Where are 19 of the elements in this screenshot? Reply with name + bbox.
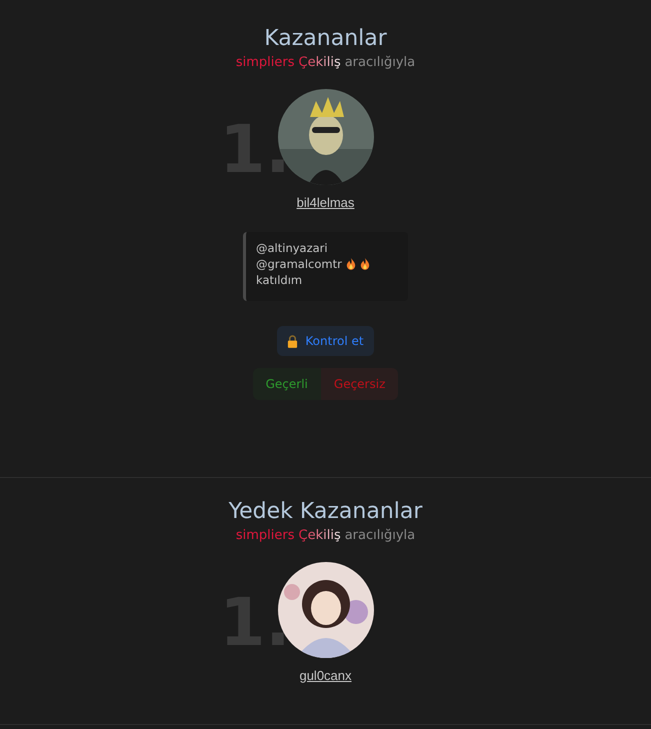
fire-icon bbox=[346, 258, 356, 270]
via-text: aracılığıyla bbox=[344, 55, 416, 70]
section-title: Kazananlar bbox=[264, 25, 387, 53]
valid-button[interactable]: Geçerli bbox=[252, 368, 321, 400]
via-text: aracılığıyla bbox=[344, 528, 416, 543]
service-name: Çekiliş bbox=[298, 55, 341, 70]
invalid-button[interactable]: Geçersiz bbox=[320, 368, 398, 400]
brand-name: simpliers bbox=[236, 55, 294, 70]
check-button[interactable]: Kontrol et bbox=[277, 326, 374, 356]
service-name: Çekiliş bbox=[298, 528, 341, 543]
comment-text: @altinyazari bbox=[256, 240, 328, 256]
username-link[interactable]: gul0canx bbox=[299, 668, 352, 683]
fire-icon bbox=[360, 258, 370, 270]
username-link[interactable]: bil4lelmas bbox=[296, 195, 354, 210]
comment-text: katıldım bbox=[256, 272, 302, 288]
comment-text: @gramalcomtr bbox=[256, 256, 342, 272]
section-title: Yedek Kazananlar bbox=[228, 498, 422, 526]
brand-name: simpliers bbox=[236, 528, 294, 543]
lock-icon bbox=[287, 334, 298, 348]
